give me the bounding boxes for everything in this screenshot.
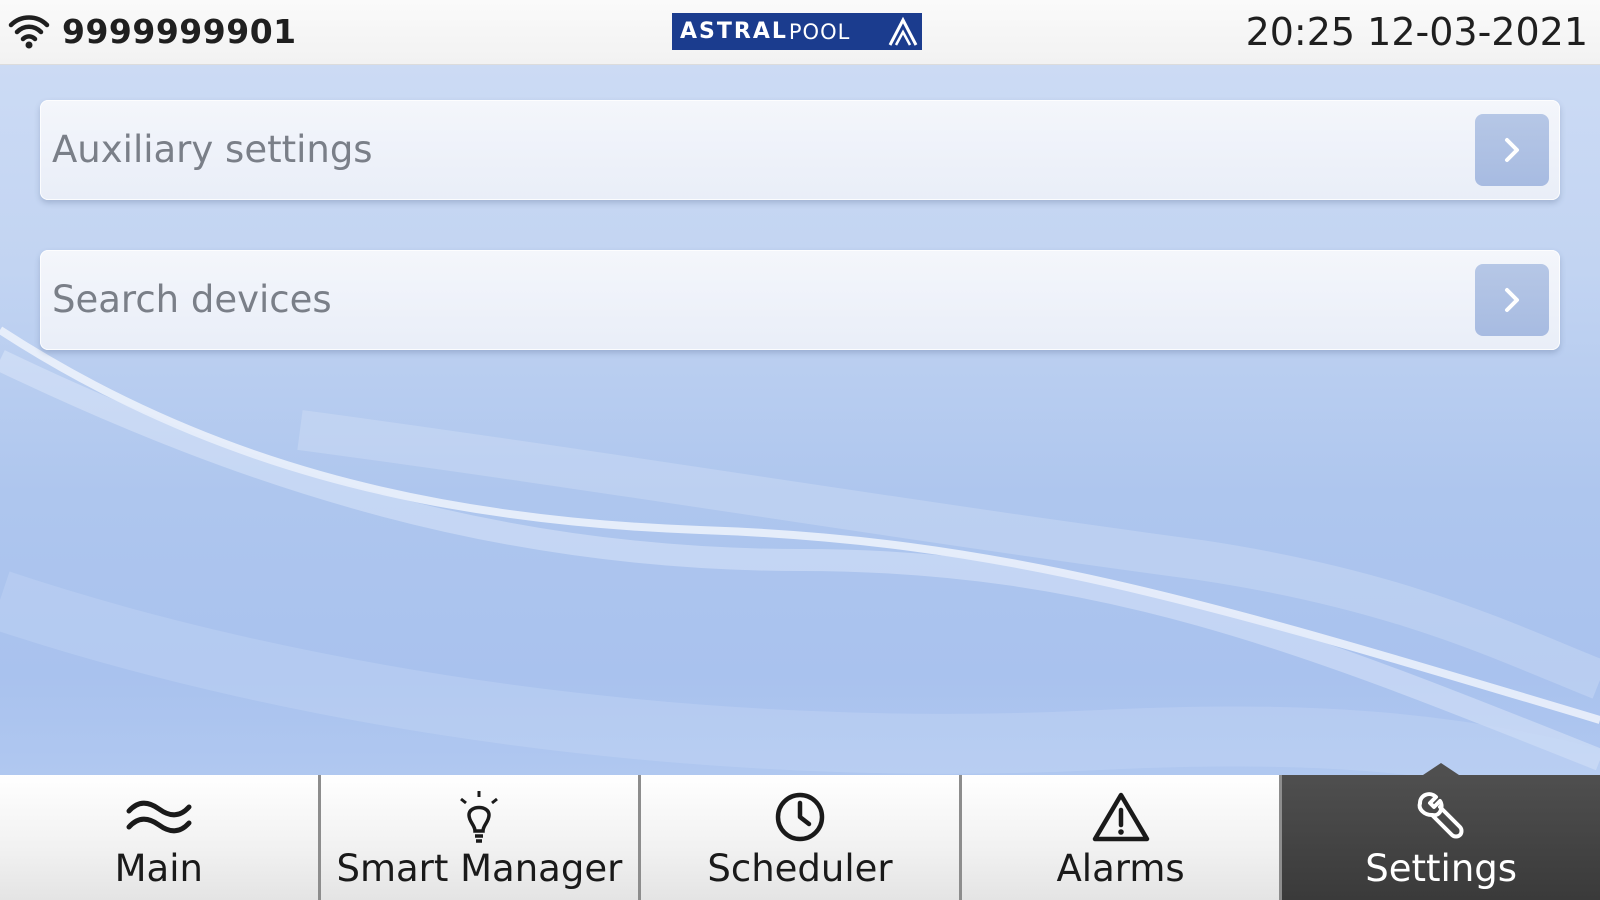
tab-smart-manager[interactable]: Smart Manager [320,775,642,900]
lightbulb-icon [444,787,514,847]
menu-item-search-devices[interactable]: Search devices [40,250,1560,350]
brand-logo-text-astral: ASTRAL [680,19,788,44]
waves-icon [124,787,194,847]
menu-item-auxiliary-settings[interactable]: Auxiliary settings [40,100,1560,200]
warning-icon [1086,787,1156,847]
menu-item-label: Search devices [52,278,332,321]
chevron-right-icon [1505,288,1519,312]
menu-item-label: Auxiliary settings [52,128,373,171]
brand-logo-mark-icon [886,15,920,48]
wrench-icon [1406,787,1476,847]
brand-logo-text-pool: POOL [788,19,851,44]
wifi-icon [8,15,50,49]
tab-main-label: Main [114,847,203,890]
clock-icon [765,787,835,847]
tab-scheduler[interactable]: Scheduler [641,775,962,900]
bottom-navigation: Main Smart Manager Scheduler Alarms Sett… [0,763,1600,900]
screen: 9999999901 ASTRAL POOL 20:25 12-03-2021 … [0,0,1600,900]
device-id: 9999999901 [62,12,297,51]
tab-scheduler-label: Scheduler [707,847,893,890]
brand-logo: ASTRAL POOL [672,13,922,50]
chevron-right-icon [1505,138,1519,162]
tab-alarms[interactable]: Alarms [961,775,1283,900]
open-search-devices-button[interactable] [1475,264,1549,336]
status-bar: 9999999901 ASTRAL POOL 20:25 12-03-2021 [0,0,1600,65]
datetime-display: 20:25 12-03-2021 [1245,10,1588,54]
tab-settings[interactable]: Settings [1282,763,1600,900]
tab-settings-label: Settings [1365,847,1518,890]
tab-smart-manager-label: Smart Manager [336,847,623,890]
tab-main[interactable]: Main [0,775,321,900]
active-tab-indicator [1423,763,1460,775]
open-auxiliary-settings-button[interactable] [1475,114,1549,186]
tab-alarms-label: Alarms [1056,847,1185,890]
